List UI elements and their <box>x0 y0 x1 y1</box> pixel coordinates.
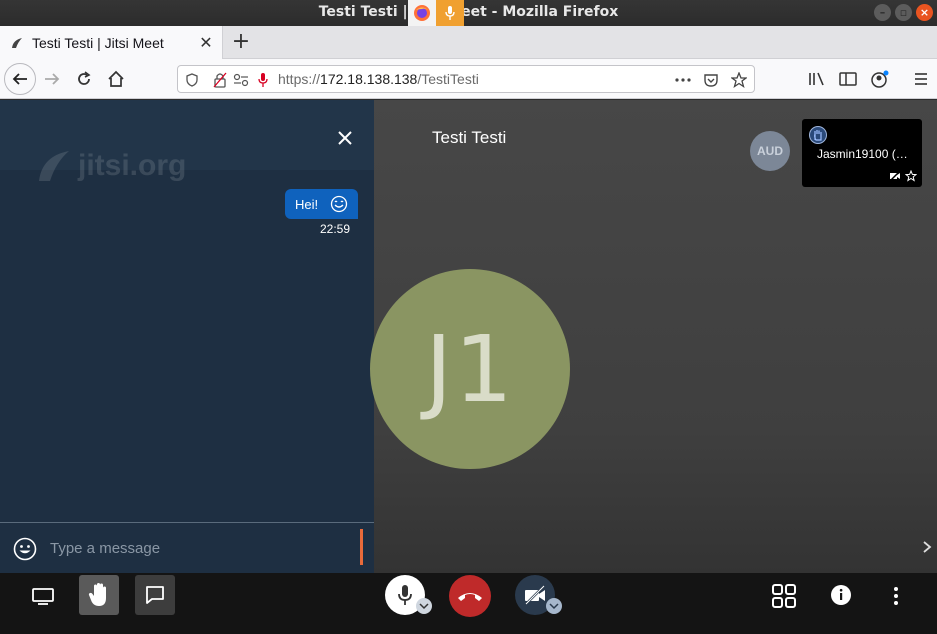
window-title: Testi Testi | Jitsi Meet - Mozilla Firef… <box>318 4 619 20</box>
share-screen-button[interactable] <box>28 581 58 611</box>
url-text: https://172.18.138.138/TestiTesti <box>278 71 479 87</box>
more-actions-button[interactable] <box>886 583 906 609</box>
reload-button[interactable] <box>70 65 98 93</box>
maximize-button[interactable]: ▫ <box>895 4 912 21</box>
participant-avatar: J1 <box>370 269 570 469</box>
emoji-picker-icon[interactable] <box>13 537 37 561</box>
chevron-down-icon <box>549 603 559 610</box>
new-tab-button[interactable]: + <box>229 29 253 54</box>
url-host: 172.18.138.138 <box>320 71 418 87</box>
jitsi-watermark-logo: jitsi.org <box>36 148 186 184</box>
close-tab-icon[interactable]: ✕ <box>196 33 216 52</box>
phone-hangup-icon <box>458 593 482 601</box>
chat-message-time: 22:59 <box>320 222 351 236</box>
grid-icon <box>772 584 796 608</box>
pocket-icon[interactable] <box>703 72 719 88</box>
minimize-button[interactable]: – <box>874 4 891 21</box>
back-button[interactable] <box>4 63 36 95</box>
account-button[interactable] <box>866 65 894 93</box>
participant-thumb-name: Jasmin19100 (… <box>817 147 908 161</box>
smiley-react-icon[interactable] <box>330 195 348 213</box>
firefox-sharing-indicator[interactable] <box>408 0 436 26</box>
close-window-button[interactable]: × <box>916 4 933 21</box>
chevron-right-icon[interactable] <box>921 540 933 554</box>
hangup-button[interactable] <box>449 575 491 617</box>
nav-bar: https://172.18.138.138/TestiTesti <box>0 59 937 99</box>
bookmark-star-icon[interactable] <box>731 72 747 88</box>
tab-strip: Testi Testi | Jitsi Meet ✕ + <box>0 26 937 59</box>
lock-warning-icon[interactable] <box>212 72 228 88</box>
meeting-title: Testi Testi <box>432 128 507 147</box>
moderator-star-icon <box>905 170 917 182</box>
url-bar[interactable]: https://172.18.138.138/TestiTesti <box>177 65 755 93</box>
camera-off-icon <box>889 170 901 182</box>
tab-title: Testi Testi | Jitsi Meet <box>32 34 164 51</box>
raise-hand-button[interactable] <box>79 575 119 615</box>
account-icon <box>871 70 889 88</box>
forward-arrow-icon <box>45 73 60 85</box>
raised-hand-icon <box>814 130 822 141</box>
home-button[interactable] <box>102 65 130 93</box>
url-path: /TestiTesti <box>417 71 479 87</box>
hamburger-menu-icon <box>915 73 927 85</box>
more-vertical-icon <box>894 587 898 605</box>
info-icon <box>831 585 851 605</box>
chat-message[interactable]: Hei! <box>285 189 358 219</box>
app-menu-button[interactable] <box>907 65 935 93</box>
window-controls: – ▫ × <box>874 4 933 21</box>
url-scheme: https:// <box>278 71 321 87</box>
sidebar-button[interactable] <box>834 65 862 93</box>
microphone-icon <box>445 6 455 20</box>
meeting-toolbar <box>0 573 937 634</box>
library-button[interactable] <box>803 65 831 93</box>
chevron-down-icon <box>419 603 429 610</box>
chat-composer <box>0 522 374 573</box>
camera-off-icon <box>525 585 545 605</box>
chat-message-text: Hei! <box>295 196 319 212</box>
audio-only-badge: AUD <box>750 131 790 171</box>
back-arrow-icon <box>12 73 27 85</box>
tab-jitsi[interactable]: Testi Testi | Jitsi Meet ✕ <box>0 26 223 59</box>
chat-panel: jitsi.org Hei! 22:59 <box>0 100 374 573</box>
close-chat-icon[interactable] <box>335 128 355 148</box>
mic-settings-caret[interactable] <box>416 598 432 614</box>
tile-view-button[interactable] <box>771 583 797 609</box>
microphone-icon <box>398 585 412 605</box>
reload-icon <box>78 71 91 85</box>
sidebar-icon <box>839 72 857 86</box>
permissions-icon[interactable] <box>233 72 249 88</box>
camera-settings-caret[interactable] <box>546 598 562 614</box>
chat-message-input[interactable] <box>50 535 350 561</box>
firefox-icon <box>414 5 430 21</box>
participant-thumbnail[interactable]: Jasmin19100 (… <box>802 119 922 187</box>
page-actions-icon[interactable] <box>675 72 691 88</box>
home-icon <box>108 70 124 87</box>
window-titlebar: Testi Testi | Jitsi Meet - Mozilla Firef… <box>0 0 937 26</box>
video-stage: Testi Testi AUD Jasmin19100 (… J1 <box>370 100 937 573</box>
library-icon <box>809 72 824 86</box>
forward-button[interactable] <box>38 65 66 93</box>
watermark-text: jitsi.org <box>78 149 187 182</box>
input-cursor-marker <box>360 529 363 565</box>
chat-bubble-icon <box>146 586 164 604</box>
raised-hand-indicator <box>809 126 827 144</box>
chat-toggle-button[interactable] <box>135 575 175 615</box>
microphone-permission-icon[interactable] <box>255 72 271 88</box>
info-button[interactable] <box>829 583 853 607</box>
shield-icon[interactable] <box>184 72 200 88</box>
jitsi-logo-icon <box>39 151 69 181</box>
screen-share-icon <box>32 588 54 605</box>
mic-sharing-indicator[interactable] <box>436 0 464 26</box>
jitsi-favicon-icon <box>12 37 22 48</box>
raise-hand-icon <box>88 583 106 606</box>
